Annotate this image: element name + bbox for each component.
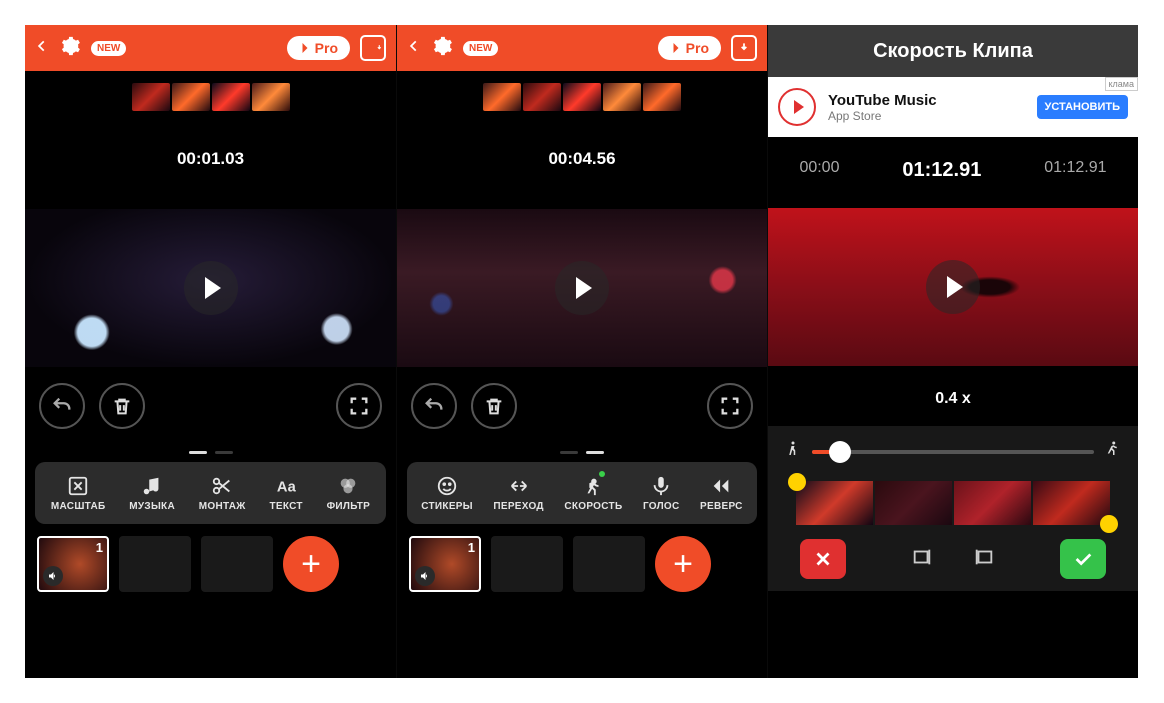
youtube-music-icon bbox=[778, 88, 816, 126]
clips-row: 1 + bbox=[25, 524, 396, 592]
fast-icon bbox=[1104, 440, 1122, 463]
ad-badge: клама bbox=[1105, 77, 1139, 91]
video-preview[interactable] bbox=[768, 208, 1138, 366]
pro-label: Pro bbox=[686, 40, 709, 56]
new-badge: NEW bbox=[463, 41, 498, 56]
sound-icon bbox=[415, 566, 435, 586]
handle-left[interactable] bbox=[788, 473, 806, 491]
clip-empty[interactable] bbox=[201, 536, 273, 592]
clips-row: 1 + bbox=[397, 524, 767, 592]
tool-transition[interactable]: ПЕРЕХОД bbox=[493, 475, 543, 512]
clip-empty[interactable] bbox=[491, 536, 563, 592]
timecode: 00:01.03 bbox=[25, 149, 396, 169]
back-button[interactable] bbox=[407, 35, 421, 62]
export-button[interactable] bbox=[360, 35, 386, 61]
export-button[interactable] bbox=[731, 35, 757, 61]
undo-button[interactable] bbox=[411, 383, 457, 429]
screen-title: Скорость Клипа bbox=[873, 40, 1033, 63]
editor-panel-2: NEW Pro 00:04.56 bbox=[396, 25, 767, 678]
tool-reverse[interactable]: РЕВЕРС bbox=[700, 475, 743, 512]
pro-label: Pro bbox=[315, 40, 338, 56]
speed-strip[interactable] bbox=[784, 481, 1122, 525]
speed-slider[interactable] bbox=[812, 450, 1094, 454]
undo-button[interactable] bbox=[39, 383, 85, 429]
trim-end-icon[interactable] bbox=[973, 546, 995, 573]
tool-speed[interactable]: СКОРОСТЬ bbox=[564, 475, 622, 512]
speed-panel: Скорость Клипа YouTube Music App Store У… bbox=[767, 25, 1138, 678]
tool-voice[interactable]: ГОЛОС bbox=[643, 475, 680, 512]
timecode: 00:04.56 bbox=[397, 149, 767, 169]
clip-empty[interactable] bbox=[119, 536, 191, 592]
clip-empty[interactable] bbox=[573, 536, 645, 592]
time-end: 01:12.91 bbox=[1044, 159, 1106, 182]
settings-icon[interactable] bbox=[431, 35, 453, 62]
fullscreen-button[interactable] bbox=[707, 383, 753, 429]
pro-button[interactable]: Pro bbox=[287, 36, 350, 60]
page-dots[interactable] bbox=[25, 451, 396, 454]
ad-banner[interactable]: YouTube Music App Store УСТАНОВИТЬ клама bbox=[768, 77, 1138, 137]
slider-knob[interactable] bbox=[829, 441, 851, 463]
add-clip-button[interactable]: + bbox=[283, 536, 339, 592]
tool-music[interactable]: МУЗЫКА bbox=[129, 475, 175, 512]
clip-1[interactable]: 1 bbox=[409, 536, 481, 592]
handle-right[interactable] bbox=[1100, 515, 1118, 533]
title-bar: Скорость Клипа bbox=[768, 25, 1138, 77]
play-button[interactable] bbox=[184, 261, 238, 315]
cancel-button[interactable] bbox=[800, 539, 846, 579]
editor-panel-1: NEW Pro 00:01.03 bbox=[25, 25, 396, 678]
add-clip-button[interactable]: + bbox=[655, 536, 711, 592]
toolbar: МАСШТАБ МУЗЫКА МОНТАЖ Aa ТЕКСТ ФИЛЬТР bbox=[35, 462, 386, 524]
clip-number: 1 bbox=[96, 540, 103, 555]
speed-controls bbox=[768, 426, 1138, 591]
delete-button[interactable] bbox=[99, 383, 145, 429]
time-row: 00:00 01:12.91 01:12.91 bbox=[768, 159, 1138, 182]
action-row bbox=[784, 525, 1122, 579]
filmstrip[interactable] bbox=[25, 71, 396, 115]
toolbar: СТИКЕРЫ ПЕРЕХОД СКОРОСТЬ ГОЛОС РЕВЕРС bbox=[407, 462, 757, 524]
tool-stickers[interactable]: СТИКЕРЫ bbox=[421, 475, 473, 512]
back-button[interactable] bbox=[35, 35, 49, 62]
fullscreen-button[interactable] bbox=[336, 383, 382, 429]
pro-button[interactable]: Pro bbox=[658, 36, 721, 60]
page-dots[interactable] bbox=[397, 451, 767, 454]
video-preview[interactable] bbox=[397, 209, 767, 367]
sound-icon bbox=[43, 566, 63, 586]
time-start: 00:00 bbox=[799, 159, 839, 182]
clip-1[interactable]: 1 bbox=[37, 536, 109, 592]
trim-start-icon[interactable] bbox=[911, 546, 933, 573]
ad-subtitle: App Store bbox=[828, 109, 1025, 123]
svg-text:Aa: Aa bbox=[277, 479, 297, 495]
tool-text[interactable]: Aa ТЕКСТ bbox=[269, 475, 302, 512]
install-button[interactable]: УСТАНОВИТЬ bbox=[1037, 95, 1128, 119]
confirm-button[interactable] bbox=[1060, 539, 1106, 579]
time-main: 01:12.91 bbox=[902, 159, 981, 182]
tool-filter[interactable]: ФИЛЬТР bbox=[327, 475, 371, 512]
tool-scale[interactable]: МАСШТАБ bbox=[51, 475, 106, 512]
play-button[interactable] bbox=[555, 261, 609, 315]
topbar: NEW Pro bbox=[25, 25, 396, 71]
controls-row bbox=[397, 367, 767, 429]
ad-title: YouTube Music bbox=[828, 92, 1025, 109]
delete-button[interactable] bbox=[471, 383, 517, 429]
clip-number: 1 bbox=[468, 540, 475, 555]
new-badge: NEW bbox=[91, 41, 126, 56]
speed-value: 0.4 x bbox=[768, 390, 1138, 408]
play-button[interactable] bbox=[926, 260, 980, 314]
slow-icon bbox=[784, 440, 802, 463]
video-preview[interactable] bbox=[25, 209, 396, 367]
settings-icon[interactable] bbox=[59, 35, 81, 62]
controls-row bbox=[25, 367, 396, 429]
topbar: NEW Pro bbox=[397, 25, 767, 71]
tool-montage[interactable]: МОНТАЖ bbox=[199, 475, 246, 512]
filmstrip[interactable] bbox=[397, 71, 767, 115]
